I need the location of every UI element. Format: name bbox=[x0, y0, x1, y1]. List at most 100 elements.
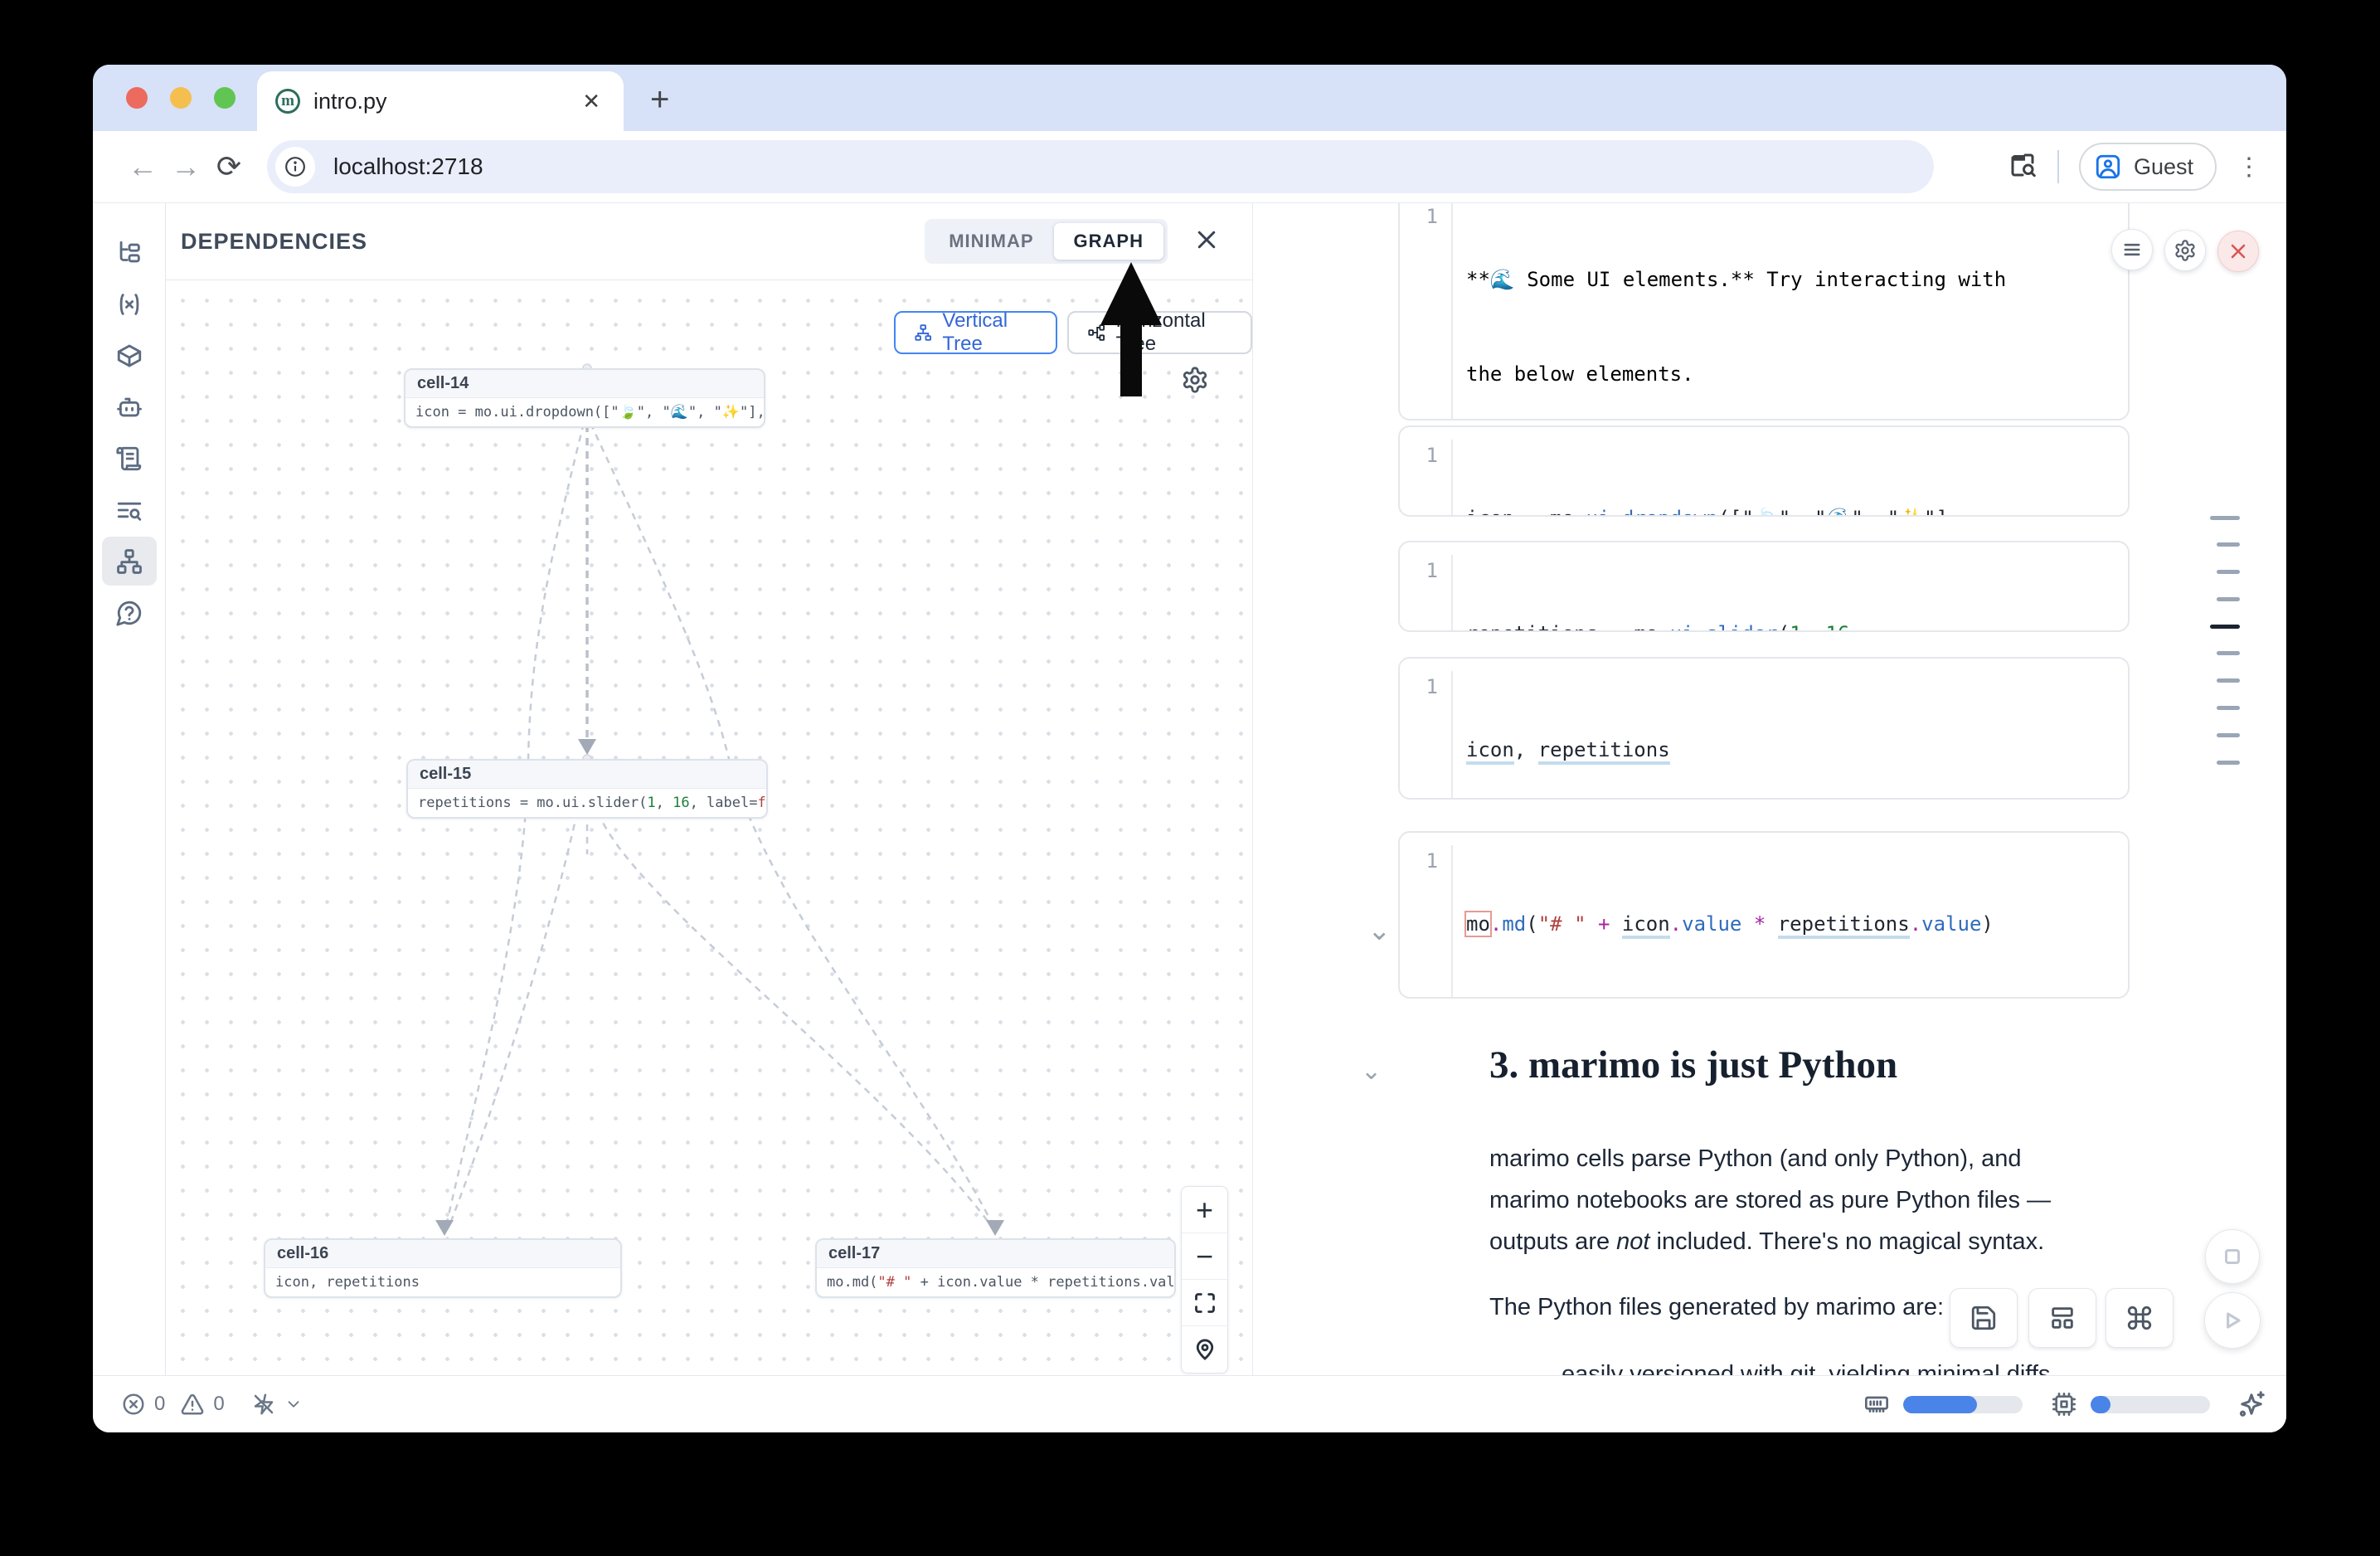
profile-button[interactable]: Guest bbox=[2079, 143, 2217, 191]
horizontal-tree-button[interactable]: Horizontal Tree bbox=[1067, 311, 1252, 354]
code-line[interactable]: the below elements. bbox=[1466, 358, 2128, 390]
new-tab-button[interactable]: + bbox=[650, 81, 669, 119]
toc-mark-active[interactable] bbox=[2210, 625, 2240, 629]
reload-icon[interactable]: ⟳ bbox=[207, 149, 250, 184]
keyboard-shortcuts-button[interactable] bbox=[2106, 1288, 2174, 1348]
node-code: icon = mo.ui.dropdown(["🍃", "🌊", "✨"], v… bbox=[406, 398, 764, 426]
status-bar: 0 0 bbox=[93, 1375, 2286, 1432]
toc-mark[interactable] bbox=[2217, 570, 2240, 574]
output-collapse-chevron-icon[interactable]: ⌄ bbox=[1367, 917, 1392, 945]
graph-node-cell-14[interactable]: cell-14 icon = mo.ui.dropdown(["🍃", "🌊",… bbox=[404, 368, 765, 428]
node-title: cell-16 bbox=[265, 1240, 620, 1268]
cell-drag-handle-icon[interactable] bbox=[2111, 229, 2153, 270]
warnings-indicator[interactable]: 0 bbox=[180, 1392, 239, 1417]
section-collapse-chevron-icon[interactable]: ⌄ bbox=[1361, 1059, 1382, 1084]
profile-label: Guest bbox=[2134, 154, 2193, 180]
cell-code-slider[interactable]: 1 repetitions = mo.ui.slider(1, 16, labe… bbox=[1398, 541, 2130, 632]
cell-code-momd[interactable]: 1 mo.md("# " + icon.value * repetitions.… bbox=[1398, 831, 2130, 999]
cell-code-pair[interactable]: 1 icon, repetitions › [ … ] 2 Items bbox=[1398, 657, 2130, 800]
browser-window: m intro.py ✕ + ← → ⟳ localhost:2718 Gues… bbox=[93, 65, 2286, 1432]
graph-node-cell-15[interactable]: cell-15 repetitions = mo.ui.slider(1, 16… bbox=[406, 759, 768, 819]
cell-code-dropdown[interactable]: 1 icon = mo.ui.dropdown(["🍃", "🌊", "✨"],… bbox=[1398, 425, 2130, 517]
vertical-tree-button[interactable]: Vertical Tree bbox=[894, 311, 1057, 354]
code-line[interactable]: repetitions = mo.ui.slider(1, 16, bbox=[1466, 618, 2128, 632]
toc-mark[interactable] bbox=[2217, 761, 2240, 765]
cell-markdown-intro[interactable]: 1 **🌊 Some UI elements.** Try interactin… bbox=[1398, 203, 2130, 421]
graph-edges bbox=[166, 280, 1252, 1375]
tab-graph[interactable]: GRAPH bbox=[1054, 223, 1163, 260]
tab-close-icon[interactable]: ✕ bbox=[577, 89, 605, 114]
graph-zoom-controls: + − bbox=[1181, 1186, 1228, 1374]
close-window-button[interactable] bbox=[126, 87, 148, 109]
dependencies-panel: DEPENDENCIES MINIMAP GRAPH bbox=[166, 203, 1252, 1375]
tab-search-icon[interactable] bbox=[2008, 150, 2038, 184]
sidebar-item-packages[interactable] bbox=[102, 331, 157, 380]
maximize-window-button[interactable] bbox=[214, 87, 236, 109]
tab-minimap[interactable]: MINIMAP bbox=[929, 223, 1053, 260]
toc-mark[interactable] bbox=[2217, 542, 2240, 547]
zoom-in-button[interactable]: + bbox=[1182, 1187, 1227, 1233]
toc-mark[interactable] bbox=[2210, 516, 2240, 520]
browser-toolbar: ← → ⟳ localhost:2718 Guest ⋮ bbox=[93, 131, 2286, 203]
graph-node-cell-17[interactable]: cell-17 mo.md("# " + icon.value * repeti… bbox=[815, 1238, 1176, 1298]
cell-config-gear-icon[interactable] bbox=[2164, 230, 2206, 271]
graph-node-cell-16[interactable]: cell-16 icon, repetitions bbox=[264, 1238, 622, 1298]
stop-execution-button[interactable] bbox=[2205, 1229, 2260, 1284]
section-files-line: The Python files generated by marimo are… bbox=[1489, 1294, 1944, 1321]
node-code: mo.md("# " + icon.value * repetitions.va… bbox=[817, 1268, 1174, 1296]
stop-icon bbox=[2220, 1244, 2245, 1269]
fit-view-icon[interactable] bbox=[1182, 1280, 1227, 1326]
site-info-icon[interactable] bbox=[275, 147, 315, 187]
autorun-toggle[interactable] bbox=[251, 1392, 303, 1417]
memory-icon bbox=[1863, 1391, 1890, 1417]
toc-mark[interactable] bbox=[2217, 651, 2240, 655]
code-line[interactable]: icon = mo.ui.dropdown(["🍃", "🌊", "✨"], bbox=[1466, 503, 2128, 517]
toc-mark[interactable] bbox=[2217, 733, 2240, 737]
layout-toggle-button[interactable] bbox=[2028, 1288, 2096, 1348]
url-text: localhost:2718 bbox=[333, 153, 483, 180]
sidebar-item-dependencies[interactable] bbox=[102, 537, 157, 586]
ai-sparkles-icon[interactable] bbox=[2237, 1389, 2266, 1419]
circle-x-icon bbox=[121, 1392, 146, 1417]
browser-tab[interactable]: m intro.py ✕ bbox=[257, 71, 624, 131]
clipped-bullet-line: easily versioned with git, yielding mini… bbox=[1562, 1361, 2050, 1375]
sidebar-item-logs-search[interactable] bbox=[102, 485, 157, 534]
tab-title: intro.py bbox=[313, 89, 577, 114]
sidebar-item-variables[interactable] bbox=[102, 280, 157, 328]
minimize-window-button[interactable] bbox=[170, 87, 192, 109]
back-icon[interactable]: ← bbox=[121, 149, 164, 184]
code-line[interactable]: **🌊 Some UI elements.** Try interacting … bbox=[1466, 264, 2128, 295]
toc-mark[interactable] bbox=[2217, 678, 2240, 683]
marimo-favicon: m bbox=[275, 89, 300, 114]
node-code: icon, repetitions bbox=[265, 1268, 620, 1296]
errors-indicator[interactable]: 0 bbox=[121, 1392, 180, 1417]
node-title: cell-17 bbox=[817, 1240, 1174, 1268]
save-icon bbox=[1970, 1304, 1998, 1332]
address-bar[interactable]: localhost:2718 bbox=[267, 140, 1934, 193]
dependency-graph-canvas[interactable]: Vertical Tree Horizontal Tree cell-14 ic… bbox=[166, 280, 1252, 1375]
sidebar-item-file-tree[interactable] bbox=[102, 228, 157, 277]
panel-title: DEPENDENCIES bbox=[181, 229, 367, 255]
code-line[interactable]: mo.md("# " + icon.value * repetitions.va… bbox=[1466, 908, 2128, 940]
forward-icon[interactable]: → bbox=[164, 149, 207, 184]
section-paragraph: marimo cells parse Python (and only Pyth… bbox=[1489, 1138, 2083, 1262]
graph-settings-gear-icon[interactable] bbox=[1181, 366, 1209, 394]
toc-mark[interactable] bbox=[2217, 597, 2240, 601]
sidebar-item-help[interactable] bbox=[102, 588, 157, 637]
notebook-panel: 1 **🌊 Some UI elements.** Try interactin… bbox=[1252, 203, 2286, 1375]
toc-mark[interactable] bbox=[2217, 706, 2240, 710]
sidebar-item-scratchpad[interactable] bbox=[102, 434, 157, 483]
code-line[interactable]: icon, repetitions bbox=[1466, 734, 2128, 766]
save-button[interactable] bbox=[1950, 1288, 2018, 1348]
locate-pin-icon[interactable] bbox=[1182, 1326, 1227, 1373]
run-all-button[interactable] bbox=[2204, 1292, 2261, 1349]
memory-usage-meter bbox=[1903, 1396, 2023, 1413]
browser-menu-icon[interactable]: ⋮ bbox=[2237, 153, 2261, 182]
zoom-out-button[interactable]: − bbox=[1182, 1233, 1227, 1280]
close-panel-icon[interactable] bbox=[1194, 227, 1219, 256]
node-code: repetitions = mo.ui.slider(1, 16, label=… bbox=[408, 789, 766, 817]
cpu-usage-meter bbox=[2091, 1396, 2210, 1413]
sidebar-item-ai-assistant[interactable] bbox=[102, 382, 157, 431]
section-heading: 3. marimo is just Python bbox=[1489, 1043, 1897, 1087]
shutdown-close-icon[interactable] bbox=[2217, 231, 2259, 272]
